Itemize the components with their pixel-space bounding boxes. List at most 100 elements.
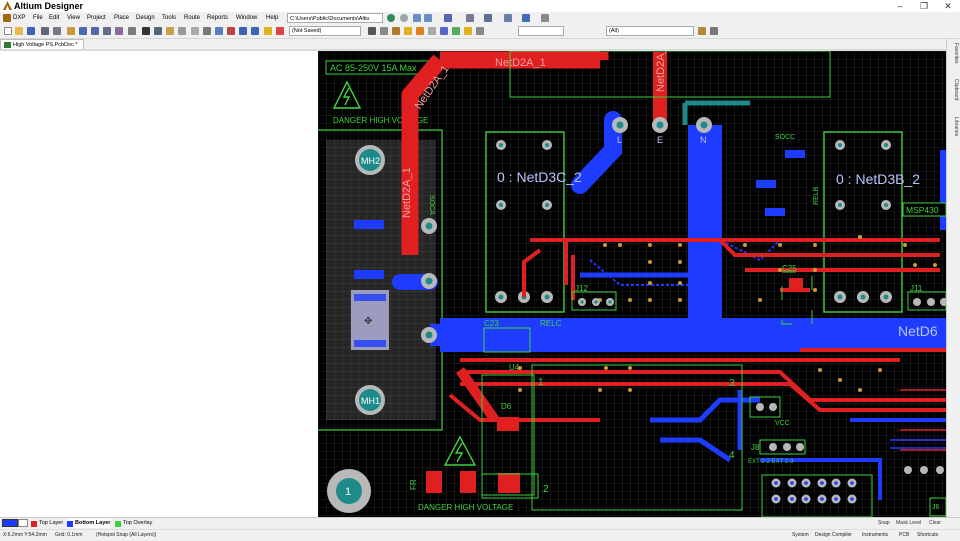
document-tab-label: High Voltage PS.PcbDoc * [13,42,78,48]
filter-clear-icon[interactable] [710,27,718,35]
menu-project[interactable]: Project [87,12,106,25]
label-u4: U4 [509,363,520,372]
filter-combo[interactable]: (All) [606,26,694,36]
new-document-icon[interactable] [4,27,12,35]
snap-toggle[interactable]: Snap [878,519,890,528]
menu-route[interactable]: Route [184,12,200,25]
filter-apply-icon[interactable] [698,27,706,35]
menu-file[interactable]: File [33,12,43,25]
redo-icon[interactable] [251,27,259,35]
layer-tab-top[interactable]: Top Layer [31,519,63,528]
net-label-netd2a-vert: NetD2A_1 [655,51,667,92]
right-panel-strip: Favorites Clipboard Libraries [946,39,960,517]
close-button[interactable]: ✕ [936,0,960,12]
zoom-fit-icon[interactable] [79,27,87,35]
navigate-back-icon[interactable] [387,14,395,22]
menu-bar: DXP File Edit View Project Place Design … [0,12,960,25]
edit-tool-icon[interactable] [128,27,136,35]
mask-level-button[interactable]: Mask Level [896,519,921,528]
place-pad-icon[interactable] [404,27,412,35]
diff-pair-icon[interactable] [392,27,400,35]
select-area-icon[interactable] [191,27,199,35]
net-combo[interactable] [518,26,564,36]
navigate-forward-icon[interactable] [400,14,408,22]
layer-tab-bottom[interactable]: Bottom Layer [67,519,111,528]
label-fuse: FR [409,479,418,490]
filter-icon[interactable] [484,14,492,22]
menu-place[interactable]: Place [114,12,129,25]
dxp-icon [3,14,11,22]
copy-icon[interactable] [154,27,162,35]
cut-icon[interactable] [142,27,150,35]
variant-combo[interactable]: (Not Saved) [289,26,361,36]
print-preview-icon[interactable] [53,27,61,35]
label-mh1: MH1 [361,396,380,406]
net-label-netd2a-left: NetD2A_1 [401,167,413,218]
save-icon[interactable] [27,27,35,35]
paste-icon[interactable] [166,27,174,35]
component-icon[interactable] [522,14,530,22]
move-icon[interactable] [203,27,211,35]
pcb-document-icon [4,42,11,48]
grid-icon[interactable] [541,14,549,22]
rubber-stamp-icon[interactable] [178,27,186,35]
place-component-icon[interactable] [476,27,484,35]
label-relc: RELC [540,319,562,328]
panel-tab-libraries[interactable]: Libraries [949,117,959,136]
label-pin3: 3 [729,378,735,389]
menu-window[interactable]: Window [236,12,257,25]
zoom-area-icon[interactable] [91,27,99,35]
select-icon[interactable] [215,27,223,35]
layer-tab-overlay[interactable]: Top Overlay [115,519,152,528]
layer-set-icon[interactable] [18,519,28,527]
deselect-icon[interactable] [227,27,235,35]
menu-dxp[interactable]: DXP [13,12,25,25]
undo-icon[interactable] [239,27,247,35]
maximize-button[interactable]: ❐ [912,0,936,12]
panel-button-pcb[interactable]: PCB [899,530,909,541]
home-icon[interactable] [413,14,421,22]
align-icon[interactable] [504,14,512,22]
label-c23: C23 [484,319,499,328]
menu-view[interactable]: View [67,12,80,25]
pcb-canvas[interactable]: AC 85-250V 15A Max DANGER HIGH VOLTAGE N… [318,51,946,517]
zoom-selected-icon[interactable] [103,27,111,35]
label-ac-n: N [700,135,707,145]
polygon-icon[interactable] [452,27,460,35]
panel-button-instruments[interactable]: Instruments [862,530,888,541]
interactive-route-icon[interactable] [380,27,388,35]
route-icon[interactable] [368,27,376,35]
panel-button-shortcuts[interactable]: Shortcuts [917,530,938,541]
pcb-drawing[interactable]: AC 85-250V 15A Max DANGER HIGH VOLTAGE N… [318,51,946,517]
panel-tab-clipboard[interactable]: Clipboard [949,79,959,100]
place-string-icon[interactable] [464,27,472,35]
minimize-button[interactable]: – [888,0,912,12]
print-icon[interactable] [41,27,49,35]
left-panel [0,51,318,517]
panel-tab-favorites[interactable]: Favorites [949,43,959,64]
open-folder-icon[interactable] [15,27,23,35]
panel-button-design-compiler[interactable]: Design Compiler [815,530,852,541]
menu-help[interactable]: Help [266,12,278,25]
fill-icon[interactable] [440,27,448,35]
menu-design[interactable]: Design [136,12,155,25]
menu-edit[interactable]: Edit [49,12,59,25]
place-via-icon[interactable] [416,27,424,35]
arc-icon[interactable] [428,27,436,35]
layer-tab-top-label: Top Layer [39,520,64,526]
chart-icon[interactable] [444,14,452,22]
title-bar: Altium Designer – ❐ ✕ [0,0,960,12]
document-path-field[interactable]: C:\Users\Public\Documents\Altiu [287,13,383,23]
clear-button[interactable]: Clear [929,519,941,528]
net-label-netd6: NetD6 [898,323,938,339]
clear-filter-icon[interactable] [115,27,123,35]
menu-reports[interactable]: Reports [207,12,228,25]
panel-button-system[interactable]: System [792,530,809,541]
cross-probe-icon[interactable] [264,27,272,35]
graph-icon[interactable] [466,14,474,22]
refresh-icon[interactable] [424,14,432,22]
current-layer-swatch[interactable] [2,519,18,527]
browse-component-icon[interactable] [276,27,284,35]
menu-tools[interactable]: Tools [162,12,176,25]
open-project-icon[interactable] [67,27,75,35]
